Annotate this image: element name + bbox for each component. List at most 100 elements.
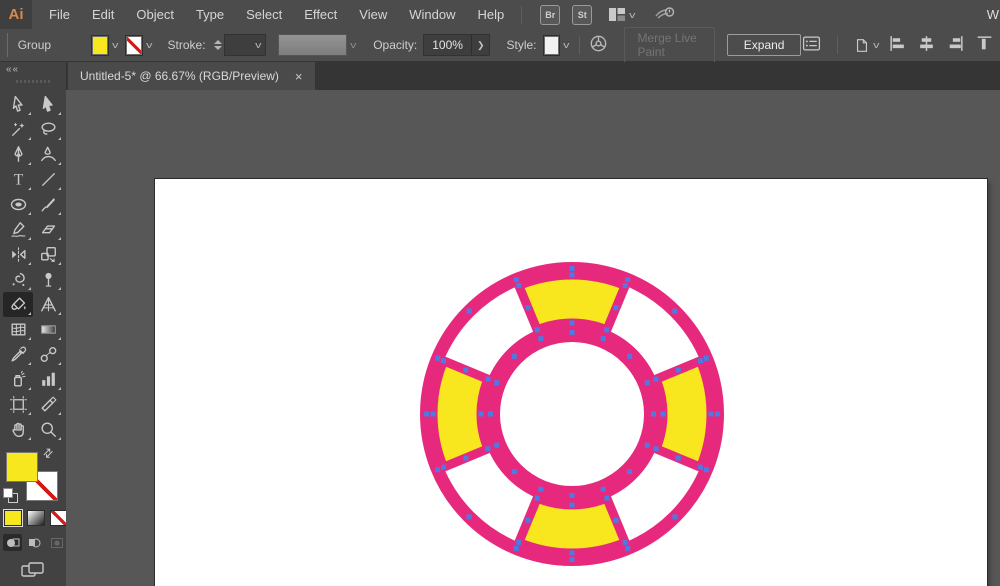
- zoom-tool[interactable]: [33, 417, 63, 442]
- panel-drag-grip[interactable]: [16, 80, 50, 83]
- anchor-point[interactable]: [623, 283, 628, 288]
- live-paint-bucket-tool[interactable]: [3, 292, 33, 317]
- anchor-point[interactable]: [516, 283, 521, 288]
- menu-edit[interactable]: Edit: [81, 0, 125, 29]
- anchor-point[interactable]: [570, 321, 575, 326]
- gradient-button[interactable]: [27, 510, 45, 526]
- blend-tool[interactable]: [33, 342, 63, 367]
- anchor-point[interactable]: [627, 354, 632, 359]
- anchor-point[interactable]: [676, 456, 681, 461]
- opacity-field[interactable]: 100% ❯: [423, 34, 490, 56]
- artboard-tool[interactable]: [3, 392, 33, 417]
- align-to-selection-dropdown[interactable]: v: [854, 37, 879, 54]
- anchor-point[interactable]: [661, 412, 666, 417]
- draw-behind-button[interactable]: [25, 534, 44, 551]
- align-left-button[interactable]: [888, 34, 907, 56]
- menu-select[interactable]: Select: [235, 0, 293, 29]
- live-paint-group[interactable]: [412, 254, 732, 574]
- width-profile-dropdown[interactable]: [278, 34, 347, 56]
- anchor-point[interactable]: [704, 356, 709, 361]
- panel-options-icon[interactable]: [802, 34, 821, 56]
- line-segment-tool[interactable]: [33, 167, 63, 192]
- close-icon[interactable]: ×: [295, 70, 303, 83]
- anchor-point[interactable]: [604, 496, 609, 501]
- anchor-point[interactable]: [570, 557, 575, 562]
- anchor-point[interactable]: [672, 309, 677, 314]
- anchor-point[interactable]: [435, 467, 440, 472]
- anchor-point[interactable]: [538, 487, 543, 492]
- anchor-point[interactable]: [514, 277, 519, 282]
- expand-button[interactable]: Expand: [727, 34, 802, 56]
- anchor-point[interactable]: [672, 514, 677, 519]
- screen-mode-button[interactable]: [20, 560, 46, 585]
- anchor-point[interactable]: [601, 336, 606, 341]
- selection-tool[interactable]: [3, 92, 33, 117]
- anchor-point[interactable]: [516, 540, 521, 545]
- anchor-point[interactable]: [570, 493, 575, 498]
- graphic-style-swatch[interactable]: [543, 35, 561, 56]
- anchor-point[interactable]: [538, 336, 543, 341]
- slice-tool[interactable]: [33, 392, 63, 417]
- arrange-documents-button[interactable]: v: [608, 7, 635, 22]
- anchor-point[interactable]: [627, 469, 632, 474]
- anchor-point[interactable]: [512, 469, 517, 474]
- anchor-point[interactable]: [435, 356, 440, 361]
- opacity-value[interactable]: 100%: [424, 38, 471, 52]
- menu-effect[interactable]: Effect: [293, 0, 348, 29]
- anchor-point[interactable]: [535, 327, 540, 332]
- anchor-point[interactable]: [709, 412, 714, 417]
- anchor-point[interactable]: [625, 277, 630, 282]
- menu-file[interactable]: File: [38, 0, 81, 29]
- menu-window[interactable]: Window: [398, 0, 466, 29]
- anchor-point[interactable]: [625, 546, 630, 551]
- chevron-down-icon[interactable]: v: [563, 40, 569, 50]
- anchor-point[interactable]: [494, 380, 499, 385]
- anchor-point[interactable]: [676, 367, 681, 372]
- menu-object[interactable]: Object: [125, 0, 185, 29]
- workspace-label-fragment[interactable]: W: [987, 7, 1000, 22]
- menu-view[interactable]: View: [348, 0, 398, 29]
- curvature-tool[interactable]: [33, 142, 63, 167]
- draw-normal-button[interactable]: [3, 534, 22, 551]
- anchor-point[interactable]: [570, 273, 575, 278]
- anchor-point[interactable]: [645, 380, 650, 385]
- direct-selection-tool[interactable]: [33, 92, 63, 117]
- anchor-point[interactable]: [698, 465, 703, 470]
- menu-type[interactable]: Type: [185, 0, 235, 29]
- anchor-point[interactable]: [514, 546, 519, 551]
- type-tool[interactable]: T: [3, 167, 33, 192]
- anchor-point[interactable]: [570, 330, 575, 335]
- column-graph-tool[interactable]: [33, 367, 63, 392]
- hand-tool[interactable]: [3, 417, 33, 442]
- anchor-point[interactable]: [704, 467, 709, 472]
- anchor-point[interactable]: [467, 309, 472, 314]
- align-horizontal-center-button[interactable]: [917, 34, 936, 56]
- anchor-point[interactable]: [424, 412, 429, 417]
- anchor-point[interactable]: [463, 456, 468, 461]
- lifebuoy-artwork[interactable]: [412, 254, 732, 574]
- eraser-tool[interactable]: [33, 217, 63, 242]
- chevron-down-icon[interactable]: v: [350, 40, 356, 50]
- bridge-button[interactable]: Br: [540, 5, 560, 25]
- anchor-point[interactable]: [485, 446, 490, 451]
- stroke-color-swatch[interactable]: [125, 35, 143, 56]
- default-fill-stroke-icon[interactable]: [3, 488, 17, 502]
- perspective-grid-tool[interactable]: [33, 292, 63, 317]
- color-button[interactable]: [4, 510, 22, 526]
- eyedropper-tool[interactable]: [3, 342, 33, 367]
- chevron-down-icon[interactable]: v: [112, 40, 118, 50]
- anchor-point[interactable]: [570, 266, 575, 271]
- opacity-expand-arrow[interactable]: ❯: [472, 40, 490, 51]
- anchor-point[interactable]: [485, 377, 490, 382]
- anchor-point[interactable]: [614, 305, 619, 310]
- pen-tool[interactable]: [3, 142, 33, 167]
- anchor-point[interactable]: [654, 446, 659, 451]
- anchor-point[interactable]: [651, 412, 656, 417]
- align-top-button[interactable]: [975, 34, 994, 56]
- anchor-point[interactable]: [479, 412, 484, 417]
- free-transform-tool[interactable]: [33, 242, 63, 267]
- anchor-point[interactable]: [441, 358, 446, 363]
- fill-color-swatch[interactable]: [91, 35, 109, 56]
- align-right-button[interactable]: [946, 34, 965, 56]
- reflect-tool[interactable]: [3, 242, 33, 267]
